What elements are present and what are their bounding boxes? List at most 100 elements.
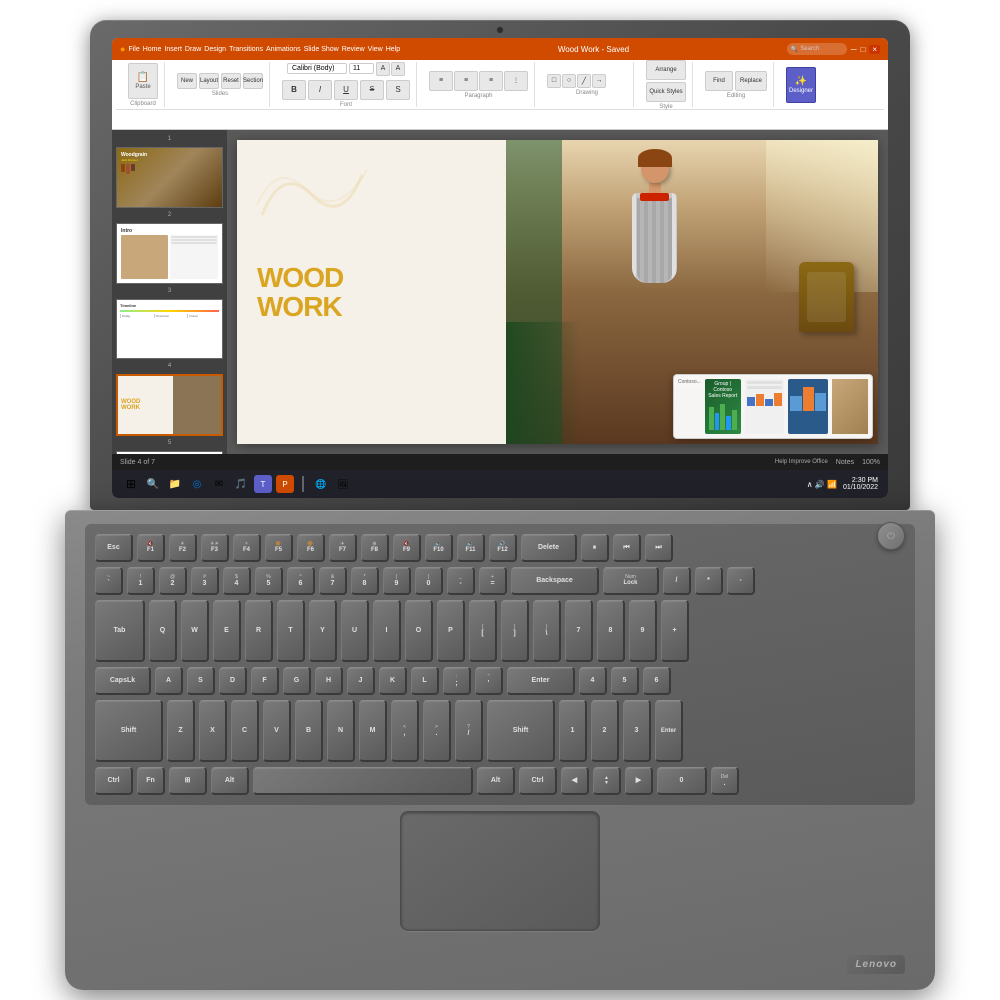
convert-smartart-button[interactable]: ⋮ [504,71,528,91]
key-pause[interactable]: ⏸ [581,534,609,562]
key-alt-left[interactable]: Alt [211,767,249,795]
align-left-button[interactable]: ≡ [429,71,453,91]
designer-button[interactable]: ✨ Designer [786,67,816,103]
key-apostrophe[interactable]: "' [475,667,503,695]
key-equals[interactable]: += [479,567,507,595]
key-f1[interactable]: 🔇F1 [137,534,165,562]
key-delete[interactable]: Delete [521,534,577,562]
review-tab[interactable]: Review [342,46,365,53]
photos-button[interactable]: 🖼 [334,475,352,493]
file-menu[interactable]: File [128,46,139,53]
key-num-4[interactable]: 4 [579,667,607,695]
rect-shape-button[interactable]: □ [547,74,561,88]
shadow-button[interactable]: S [386,80,410,100]
key-f5[interactable]: 🔅F5 [265,534,293,562]
key-e[interactable]: E [213,600,241,662]
key-backtick[interactable]: ~` [95,567,123,595]
help-tab[interactable]: Help [386,46,400,53]
underline-button[interactable]: U [334,80,358,100]
key-f4[interactable]: ×F4 [233,534,261,562]
close-button[interactable]: × [869,45,880,54]
align-right-button[interactable]: ≡ [479,71,503,91]
key-f8[interactable]: ⊕F8 [361,534,389,562]
key-prev[interactable]: ⏮ [613,534,641,562]
key-slash[interactable]: ?/ [455,700,483,762]
animations-tab[interactable]: Animations [266,46,301,53]
key-minus[interactable]: _- [447,567,475,595]
key-num-minus[interactable]: - [727,567,755,595]
key-a[interactable]: A [155,667,183,695]
key-arrow-up-down[interactable]: ▲ ▼ [593,767,621,795]
mail-button[interactable]: ✉ [210,475,228,493]
key-shift-left[interactable]: Shift [95,700,163,762]
key-f10[interactable]: 🔈F10 [425,534,453,562]
key-b[interactable]: B [295,700,323,762]
key-7[interactable]: &7 [319,567,347,595]
key-num-8[interactable]: 8 [597,600,625,662]
key-h[interactable]: H [315,667,343,695]
key-t[interactable]: T [277,600,305,662]
key-l[interactable]: L [411,667,439,695]
key-w[interactable]: W [181,600,209,662]
key-i[interactable]: I [373,600,401,662]
key-ctrl-left[interactable]: Ctrl [95,767,133,795]
media-button[interactable]: 🎵 [232,475,250,493]
slide-thumb-2[interactable]: Intro [116,223,223,284]
key-f12[interactable]: 🔊F12 [489,534,517,562]
teams-button[interactable]: T [254,475,272,493]
key-fn[interactable]: Fn [137,767,165,795]
key-8[interactable]: *8 [351,567,379,595]
key-f6[interactable]: 🔆F6 [297,534,325,562]
arrow-shape-button[interactable]: → [592,74,606,88]
quick-styles-button[interactable]: Quick Styles [646,82,686,102]
edge-browser-button[interactable]: ◎ [188,475,206,493]
decrease-font-button[interactable]: A [391,62,405,76]
key-m[interactable]: M [359,700,387,762]
key-arrow-right[interactable]: ▶ [625,767,653,795]
key-v[interactable]: V [263,700,291,762]
minimize-button[interactable]: ─ [851,45,857,54]
key-z[interactable]: Z [167,700,195,762]
reset-button[interactable]: Reset [221,73,241,89]
key-num-plus[interactable]: + [661,600,689,662]
key-num-9[interactable]: 9 [629,600,657,662]
key-f7[interactable]: ✈F7 [329,534,357,562]
strikethrough-button[interactable]: S [360,80,384,100]
transitions-tab[interactable]: Transitions [229,46,263,53]
key-f3[interactable]: ☀☀F3 [201,534,229,562]
key-next[interactable]: ⏭ [645,534,673,562]
key-u[interactable]: U [341,600,369,662]
key-num-decimal[interactable]: Del. [711,767,739,795]
key-c[interactable]: C [231,700,259,762]
key-j[interactable]: J [347,667,375,695]
key-arrow-left[interactable]: ◀ [561,767,589,795]
key-num-0[interactable]: 0 [657,767,707,795]
key-num-6[interactable]: 6 [643,667,671,695]
slideshow-tab[interactable]: Slide Show [304,46,339,53]
search-taskbar-button[interactable]: 🔍 [144,475,162,493]
replace-button[interactable]: Replace [735,71,767,91]
key-num-asterisk[interactable]: * [695,567,723,595]
key-y[interactable]: Y [309,600,337,662]
key-3[interactable]: #3 [191,567,219,595]
key-capslock[interactable]: CapsLk [95,667,151,695]
key-semicolon[interactable]: :; [443,667,471,695]
layout-button[interactable]: Layout [199,73,219,89]
design-tab[interactable]: Design [204,46,226,53]
key-close-bracket[interactable]: }] [501,600,529,662]
home-tab[interactable]: Home [143,46,162,53]
slide-thumb-5[interactable]: Charts [116,451,223,454]
view-tab[interactable]: View [368,46,383,53]
key-p[interactable]: P [437,600,465,662]
key-f2[interactable]: ☀F2 [169,534,197,562]
key-2[interactable]: @2 [159,567,187,595]
key-alt-right[interactable]: Alt [477,767,515,795]
key-enter[interactable]: Enter [507,667,575,695]
key-s[interactable]: S [187,667,215,695]
key-n[interactable]: N [327,700,355,762]
increase-font-button[interactable]: A [376,62,390,76]
key-f11[interactable]: 🔉F11 [457,534,485,562]
slide-thumb-1[interactable]: Woodgrain Jack Runner [116,147,223,208]
key-backspace[interactable]: Backspace [511,567,599,595]
key-windows[interactable]: ⊞ [169,767,207,795]
